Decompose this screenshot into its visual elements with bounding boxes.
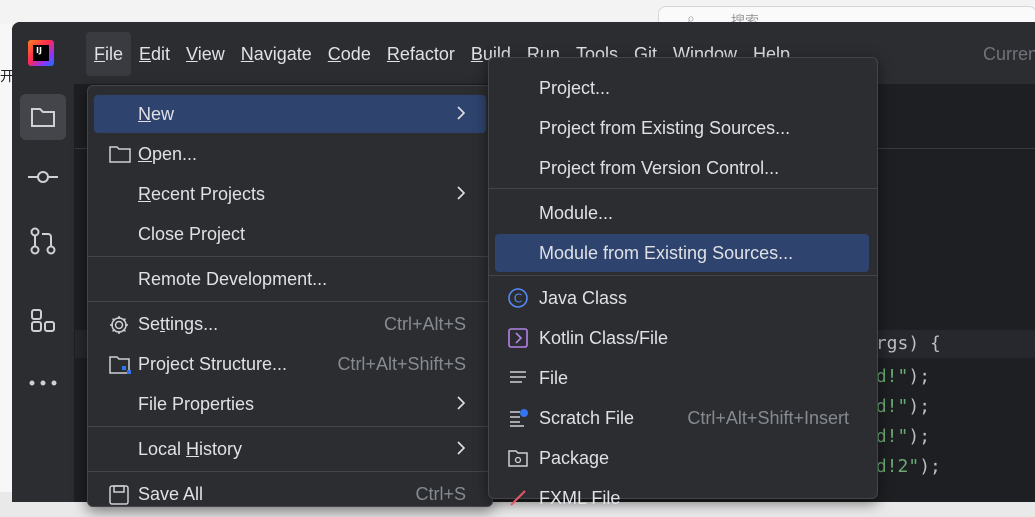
file-menu-recent-projects[interactable]: Recent Projects	[94, 175, 486, 213]
file-menu-new[interactable]: New	[94, 95, 486, 133]
menu-view[interactable]: View	[178, 32, 233, 76]
menu-edit[interactable]: Edit	[131, 32, 178, 76]
background-window-edge	[0, 24, 12, 492]
java-class-icon: C	[507, 287, 529, 309]
chevron-right-icon	[456, 395, 466, 416]
fxml-icon	[507, 487, 529, 509]
plugins-icon[interactable]	[20, 298, 66, 344]
file-menu-close-project[interactable]: Close Project	[94, 215, 486, 253]
chevron-right-icon	[456, 440, 466, 461]
shortcut-label: Ctrl+Alt+S	[383, 314, 466, 334]
intellij-logo-icon[interactable]: IJ	[28, 40, 54, 66]
current-file-selector[interactable]: Curren	[983, 44, 1035, 65]
more-icon[interactable]	[20, 360, 66, 406]
menu-separator	[88, 301, 492, 302]
file-menu-dropdown: New Open... Recent Projects Close Projec…	[87, 85, 493, 507]
new-project[interactable]: Project...	[495, 69, 869, 107]
scratch-file-icon	[507, 407, 529, 429]
new-module-from-existing-sources[interactable]: Module from Existing Sources...	[495, 234, 869, 272]
gear-icon	[108, 314, 130, 341]
svg-text:C: C	[514, 292, 522, 306]
menu-separator	[88, 471, 492, 472]
shortcut-label: Ctrl+Alt+Shift+S	[337, 354, 466, 374]
file-menu-remote-development[interactable]: Remote Development...	[94, 260, 486, 298]
package-icon	[507, 447, 529, 469]
new-package[interactable]: Package	[495, 439, 869, 477]
menu-separator	[88, 426, 492, 427]
menu-file[interactable]: File	[86, 32, 132, 76]
project-structure-icon	[108, 354, 132, 381]
chevron-right-icon	[456, 185, 466, 206]
new-kotlin-class-file[interactable]: Kotlin Class/File	[495, 319, 869, 357]
new-file[interactable]: File	[495, 359, 869, 397]
chevron-right-icon	[456, 105, 466, 126]
file-menu-project-structure[interactable]: Project Structure... Ctrl+Alt+Shift+S	[94, 345, 486, 383]
new-scratch-file[interactable]: Scratch File Ctrl+Alt+Shift+Insert	[495, 399, 869, 437]
file-menu-open[interactable]: Open...	[94, 135, 486, 173]
project-icon[interactable]	[20, 94, 66, 140]
menu-navigate[interactable]: Navigate	[233, 32, 320, 76]
new-java-class[interactable]: C Java Class	[495, 279, 869, 317]
new-submenu: Project... Project from Existing Sources…	[488, 57, 878, 508]
tool-window-strip	[12, 84, 75, 502]
file-icon	[507, 367, 529, 389]
new-project-from-version-control[interactable]: Project from Version Control...	[495, 149, 869, 187]
kotlin-icon	[507, 327, 529, 349]
new-module[interactable]: Module...	[495, 194, 869, 232]
file-menu-save-all[interactable]: Save All Ctrl+S	[94, 475, 486, 513]
menu-separator	[88, 256, 492, 257]
menu-refactor[interactable]: Refactor	[379, 32, 463, 76]
menu-code[interactable]: Code	[320, 32, 379, 76]
menu-separator	[489, 275, 877, 276]
file-menu-file-properties[interactable]: File Properties	[94, 385, 486, 423]
folder-icon	[108, 144, 132, 169]
commit-icon[interactable]	[20, 154, 66, 200]
save-icon	[108, 484, 130, 511]
new-fxml-file[interactable]: FXML File	[495, 479, 869, 517]
file-menu-settings[interactable]: Settings... Ctrl+Alt+S	[94, 305, 486, 343]
menu-separator	[489, 188, 877, 189]
shortcut-label: Ctrl+Alt+Shift+Insert	[687, 408, 849, 428]
pull-requests-icon[interactable]	[20, 218, 66, 264]
new-project-from-existing-sources[interactable]: Project from Existing Sources...	[495, 109, 869, 147]
shortcut-label: Ctrl+S	[415, 484, 466, 504]
file-menu-local-history[interactable]: Local History	[94, 430, 486, 468]
